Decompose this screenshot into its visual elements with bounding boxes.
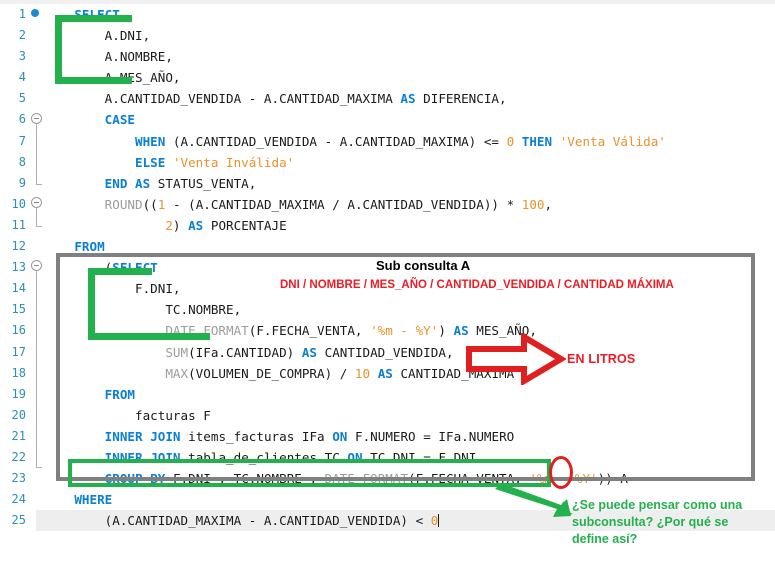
line-number: 20 (11, 407, 26, 422)
code-line[interactable]: 12 FROM (0, 236, 775, 257)
code-line[interactable]: 18 MAX(VOLUMEN_DE_COMPRA) / 10 AS CANTID… (0, 363, 775, 384)
code-text: TC.NOMBRE, (165, 302, 242, 318)
code-text: A.NOMBRE, (104, 49, 173, 65)
code-text: END AS STATUS_VENTA, (104, 175, 257, 191)
code-line[interactable]: 11 2) AS PORCENTAJE (0, 215, 775, 236)
line-number: 1 (18, 7, 26, 21)
code-text: ROUND((1 - (A.CANTIDAD_MAXIMA / A.CANTID… (104, 196, 553, 212)
line-number: 23 (11, 471, 26, 486)
code-line[interactable]: 21 INNER JOIN items_facturas IFa ON F.NU… (0, 426, 775, 447)
fold-toggle-round[interactable] (31, 197, 42, 208)
code-line[interactable]: 7 WHEN (A.CANTIDAD_VENDIDA - A.CANTIDAD_… (0, 131, 775, 152)
line-number: 13 (11, 260, 26, 275)
code-line[interactable]: 15 TC.NOMBRE, (0, 299, 775, 320)
line-number: 4 (18, 70, 26, 85)
green-bracket-bottom-horizontal (55, 77, 132, 84)
code-line[interactable]: 6 CASE (0, 109, 775, 130)
code-text: facturas F (135, 407, 211, 423)
code-text: CASE (104, 112, 136, 128)
fold-guide-subquery-foot (36, 467, 42, 468)
line-number: 10 (11, 196, 26, 211)
fold-guide-case (36, 124, 37, 184)
fold-toggle-subquery[interactable] (31, 260, 42, 271)
line-number: 8 (18, 154, 26, 169)
code-line[interactable]: 10 ROUND((1 - (A.CANTIDAD_MAXIMA / A.CAN… (0, 194, 775, 215)
code-line[interactable]: 8 ELSE 'Venta Inválida' (0, 152, 775, 173)
code-text: FROM (74, 239, 105, 255)
fold-guide-round-foot (36, 226, 42, 227)
line-number: 21 (11, 428, 26, 443)
code-line[interactable]: 20 facturas F (0, 405, 775, 426)
annotation-question-line2: subconsulta? ¿Por qué se (572, 515, 729, 529)
groupby-highlight-rect (68, 459, 551, 487)
green-bracket2-left-vertical (88, 268, 95, 340)
code-text: ELSE 'Venta Inválida' (135, 154, 295, 170)
green-bracket2-top-horizontal (88, 268, 152, 275)
line-number: 15 (11, 302, 26, 317)
line-number: 5 (18, 91, 26, 106)
line-number: 24 (11, 492, 26, 507)
code-line[interactable]: 9 END AS STATUS_VENTA, (0, 173, 775, 194)
text-caret (438, 514, 440, 528)
code-line[interactable]: 19 FROM (0, 384, 775, 405)
code-line[interactable]: 3 A.NOMBRE, (0, 46, 775, 67)
line-number: 6 (18, 112, 26, 127)
fold-toggle-case[interactable] (31, 113, 42, 124)
line-number: 17 (11, 344, 26, 359)
fold-guide-case-foot (36, 184, 42, 185)
line-number: 12 (11, 239, 26, 254)
line-number: 9 (18, 175, 26, 190)
code-text: SUM(IFa.CANTIDAD) AS CANTIDAD_VENDIDA, (165, 344, 454, 360)
annotation-subquery-columns: DNI / NOMBRE / MES_AÑO / CANTIDAD_VENDID… (280, 279, 674, 291)
annotation-en-litros: EN LITROS (567, 352, 636, 366)
code-text: MAX(VOLUMEN_DE_COMPRA) / 10 AS CANTIDAD_… (165, 365, 515, 381)
annotation-subquery-title: Sub consulta A (376, 258, 471, 273)
fold-guide-subquery (36, 271, 37, 467)
code-text: A.CANTIDAD_VENDIDA - A.CANTIDAD_MAXIMA A… (104, 91, 507, 107)
line-number: 3 (18, 49, 26, 64)
line-number: 16 (11, 323, 26, 338)
code-text: WHERE (74, 492, 113, 508)
line-number: 22 (11, 449, 26, 464)
line-number: 25 (11, 513, 26, 528)
line-number: 7 (18, 133, 26, 148)
line-number: 19 (11, 386, 26, 401)
green-bracket2-bottom-horizontal (88, 333, 210, 340)
code-text: (A.CANTIDAD_MAXIMA - A.CANTIDAD_VENDIDA)… (104, 513, 440, 529)
line-number: 14 (11, 281, 26, 296)
line-number: 2 (18, 28, 26, 43)
green-bracket-top-horizontal (55, 15, 132, 22)
annotation-question-line3: define así? (572, 532, 638, 546)
breakpoint-dot[interactable] (31, 9, 39, 17)
green-bracket-left-vertical (55, 15, 62, 84)
code-text: FROM (104, 386, 136, 402)
code-text: F.DNI, (135, 281, 181, 297)
code-text: INNER JOIN items_facturas IFa ON F.NUMER… (104, 428, 515, 444)
screenshot-root: 1 SELECT2 A.DNI,3 A.NOMBRE,4 A.MES_AÑO,5… (0, 0, 775, 575)
code-text: WHEN (A.CANTIDAD_VENDIDA - A.CANTIDAD_MA… (135, 133, 666, 149)
fold-guide-round (36, 208, 37, 226)
line-number: 11 (11, 217, 26, 232)
code-line[interactable]: 2 A.DNI, (0, 25, 775, 46)
annotation-question-line1: ¿Se puede pensar como una (572, 498, 743, 512)
code-line[interactable]: 5 A.CANTIDAD_VENDIDA - A.CANTIDAD_MAXIMA… (0, 88, 775, 109)
code-text: 2) AS PORCENTAJE (165, 217, 287, 233)
red-block-arrow (466, 333, 566, 385)
line-number: 18 (11, 365, 26, 380)
code-line[interactable]: 17 SUM(IFa.CANTIDAD) AS CANTIDAD_VENDIDA… (0, 342, 775, 363)
